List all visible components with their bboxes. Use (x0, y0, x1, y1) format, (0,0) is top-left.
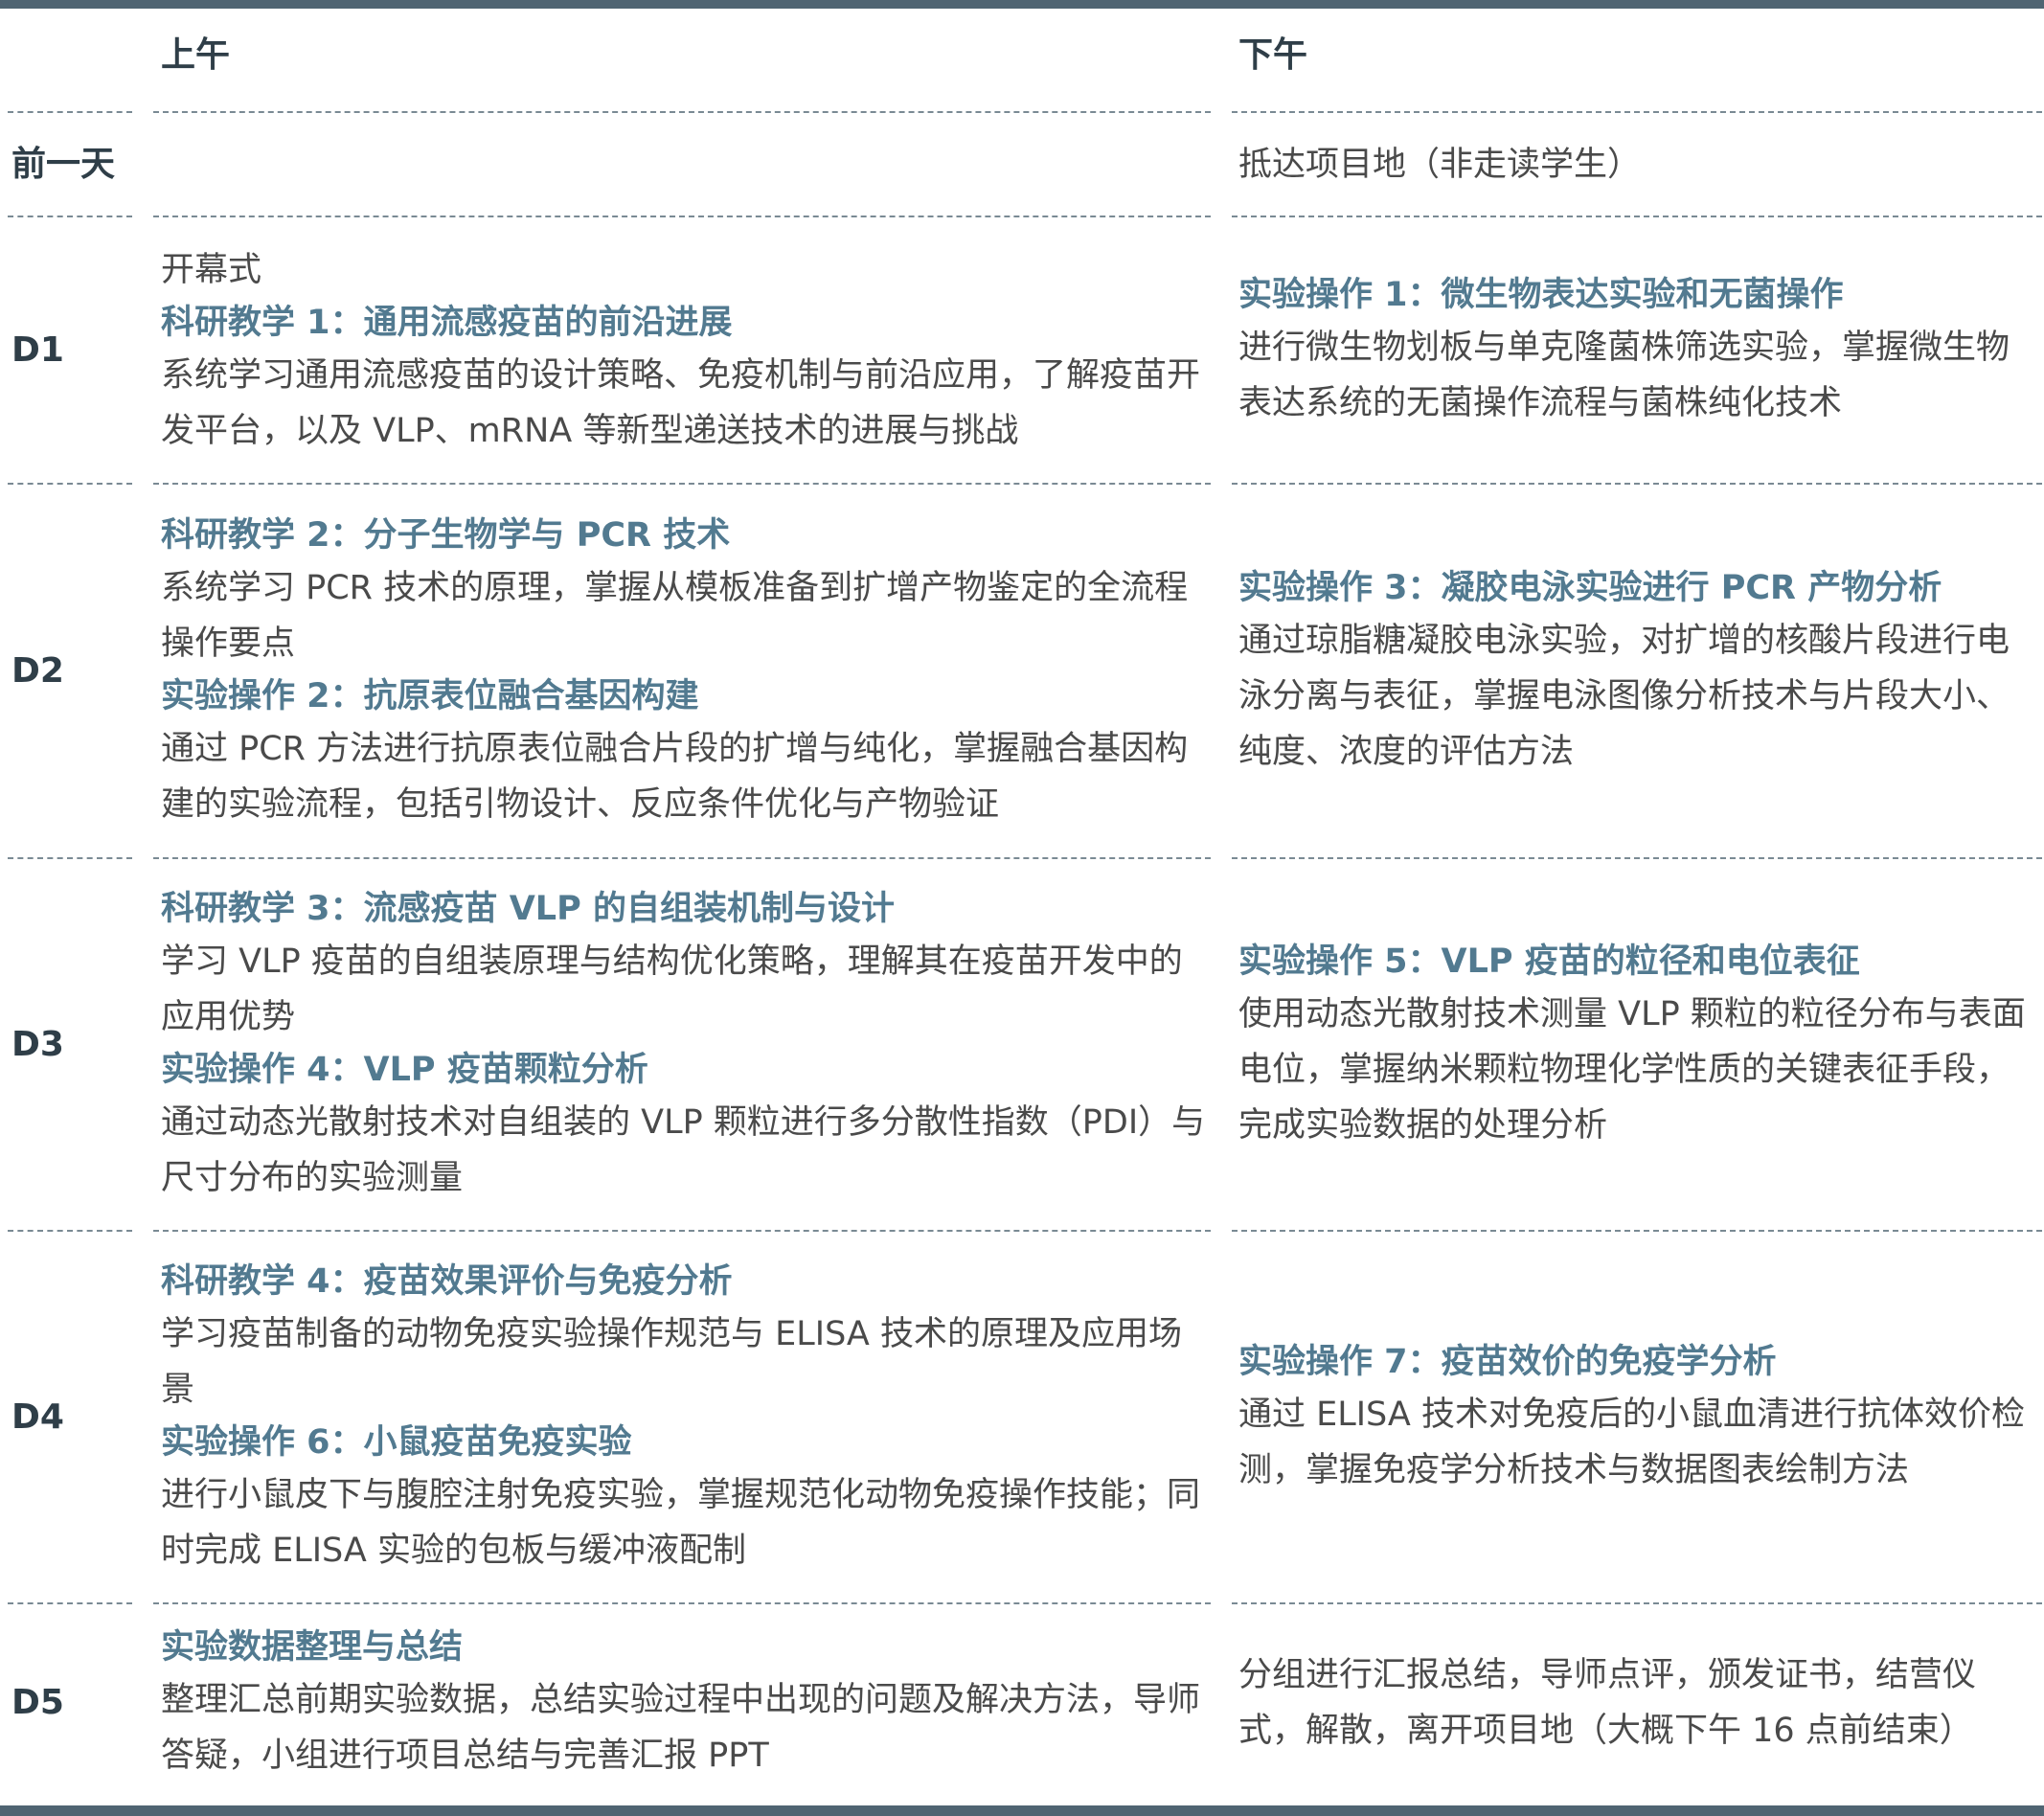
morning-session-title: 科研教学 2：分子生物学与 PCR 技术 (161, 515, 731, 555)
afternoon-session-title: 实验操作 5：VLP 疫苗的粒径和电位表征 (1238, 942, 1860, 981)
header-afternoon: 下午 (1238, 35, 1308, 75)
day-label: D1 (11, 329, 64, 370)
afternoon-description: 通过 ELISA 技术对免疫后的小鼠血清进行抗体效价检测，掌握免疫学分析技术与数… (1238, 1395, 2025, 1489)
morning-cell: 科研教学 3：流感疫苗 VLP 的自组装机制与设计 学习 VLP 疫苗的自组装原… (161, 859, 1215, 1230)
day-cell: D4 (11, 1232, 134, 1602)
morning-description: 整理汇总前期实验数据，总结实验过程中出现的问题及解决方法，导师答疑，小组进行项目… (161, 1681, 1201, 1775)
morning-session-title: 科研教学 1：通用流感疫苗的前沿进展 (161, 303, 733, 342)
afternoon-description: 进行微生物划板与单克隆菌株筛选实验，掌握微生物表达系统的无菌操作流程与菌株纯化技… (1238, 328, 2010, 422)
morning-description: 学习 VLP 疫苗的自组装原理与结构优化策略，理解其在疫苗开发中的应用优势 (161, 942, 1183, 1036)
afternoon-cell: 实验操作 1：微生物表达实验和无菌操作 进行微生物划板与单克隆菌株筛选实验，掌握… (1238, 217, 2041, 483)
morning-cell: 开幕式 科研教学 1：通用流感疫苗的前沿进展 系统学习通用流感疫苗的设计策略、免… (161, 217, 1215, 483)
morning-session-title: 实验操作 4：VLP 疫苗颗粒分析 (161, 1050, 648, 1089)
morning-description: 进行小鼠皮下与腹腔注射免疫实验，掌握规范化动物免疫操作技能；同时完成 ELISA… (161, 1475, 1201, 1570)
morning-description: 学习疫苗制备的动物免疫实验操作规范与 ELISA 技术的原理及应用场景 (161, 1314, 1182, 1409)
afternoon-session-title: 实验操作 7：疫苗效价的免疫学分析 (1238, 1342, 1777, 1381)
afternoon-cell: 分组进行汇报总结，导师点评，颁发证书，结营仪式，解散，离开项目地（大概下午 16… (1238, 1604, 2041, 1802)
morning-description: 系统学习 PCR 技术的原理，掌握从模板准备到扩增产物鉴定的全流程操作要点 (161, 568, 1189, 663)
day-cell: 前一天 (11, 113, 134, 216)
top-rule (0, 0, 2044, 9)
header-afternoon-cell: 下午 (1238, 29, 2041, 82)
bottom-rule (0, 1805, 2044, 1816)
afternoon-description: 使用动态光散射技术测量 VLP 颗粒的粒径分布与表面电位，掌握纳米颗粒物理化学性… (1238, 994, 2026, 1145)
morning-description: 通过 PCR 方法进行抗原表位融合片段的扩增与纯化，掌握融合基因构建的实验流程，… (161, 729, 1189, 824)
row-separator (153, 111, 1211, 113)
afternoon-session-title: 实验操作 3：凝胶电泳实验进行 PCR 产物分析 (1238, 568, 1942, 607)
morning-session-title: 科研教学 4：疫苗效果评价与免疫分析 (161, 1261, 733, 1301)
day-label: D5 (11, 1683, 64, 1722)
morning-session-title: 实验操作 2：抗原表位融合基因构建 (161, 676, 699, 715)
afternoon-cell: 实验操作 7：疫苗效价的免疫学分析 通过 ELISA 技术对免疫后的小鼠血清进行… (1238, 1232, 2041, 1602)
morning-session-title: 科研教学 3：流感疫苗 VLP 的自组装机制与设计 (161, 889, 895, 928)
afternoon-session-title: 实验操作 1：微生物表达实验和无菌操作 (1238, 275, 1844, 314)
day-cell: D2 (11, 485, 134, 857)
day-label: D3 (11, 1024, 64, 1064)
afternoon-description: 分组进行汇报总结，导师点评，颁发证书，结营仪式，解散，离开项目地（大概下午 16… (1238, 1656, 1977, 1750)
morning-description: 通过动态光散射技术对自组装的 VLP 颗粒进行多分散性指数（PDI）与尺寸分布的… (161, 1102, 1206, 1197)
afternoon-cell: 实验操作 3：凝胶电泳实验进行 PCR 产物分析 通过琼脂糖凝胶电泳实验，对扩增… (1238, 485, 2041, 857)
morning-cell: 科研教学 2：分子生物学与 PCR 技术 系统学习 PCR 技术的原理，掌握从模… (161, 485, 1215, 857)
afternoon-description: 通过琼脂糖凝胶电泳实验，对扩增的核酸片段进行电泳分离与表征，掌握电泳图像分析技术… (1238, 621, 2010, 771)
afternoon-text: 抵达项目地（非走读学生） (1238, 145, 1642, 184)
day-label: 前一天 (11, 144, 116, 184)
header-morning-cell: 上午 (161, 29, 1215, 82)
header-morning: 上午 (161, 35, 231, 75)
morning-session-title: 实验操作 6：小鼠疫苗免疫实验 (161, 1422, 632, 1462)
morning-session-title: 实验数据整理与总结 (161, 1628, 464, 1667)
day-label: D4 (11, 1396, 64, 1437)
day-cell: D3 (11, 859, 134, 1230)
day-cell: D5 (11, 1604, 134, 1802)
morning-cell: 科研教学 4：疫苗效果评价与免疫分析 学习疫苗制备的动物免疫实验操作规范与 EL… (161, 1232, 1215, 1602)
day-label: D2 (11, 650, 64, 691)
day-cell: D1 (11, 217, 134, 483)
afternoon-cell: 抵达项目地（非走读学生） (1238, 113, 2041, 216)
morning-cell: 实验数据整理与总结 整理汇总前期实验数据，总结实验过程中出现的问题及解决方法，导… (161, 1604, 1215, 1802)
afternoon-cell: 实验操作 5：VLP 疫苗的粒径和电位表征 使用动态光散射技术测量 VLP 颗粒… (1238, 859, 2041, 1230)
morning-text: 开幕式 (161, 250, 262, 289)
morning-description: 系统学习通用流感疫苗的设计策略、免疫机制与前沿应用，了解疫苗开发平台，以及 VL… (161, 355, 1201, 450)
